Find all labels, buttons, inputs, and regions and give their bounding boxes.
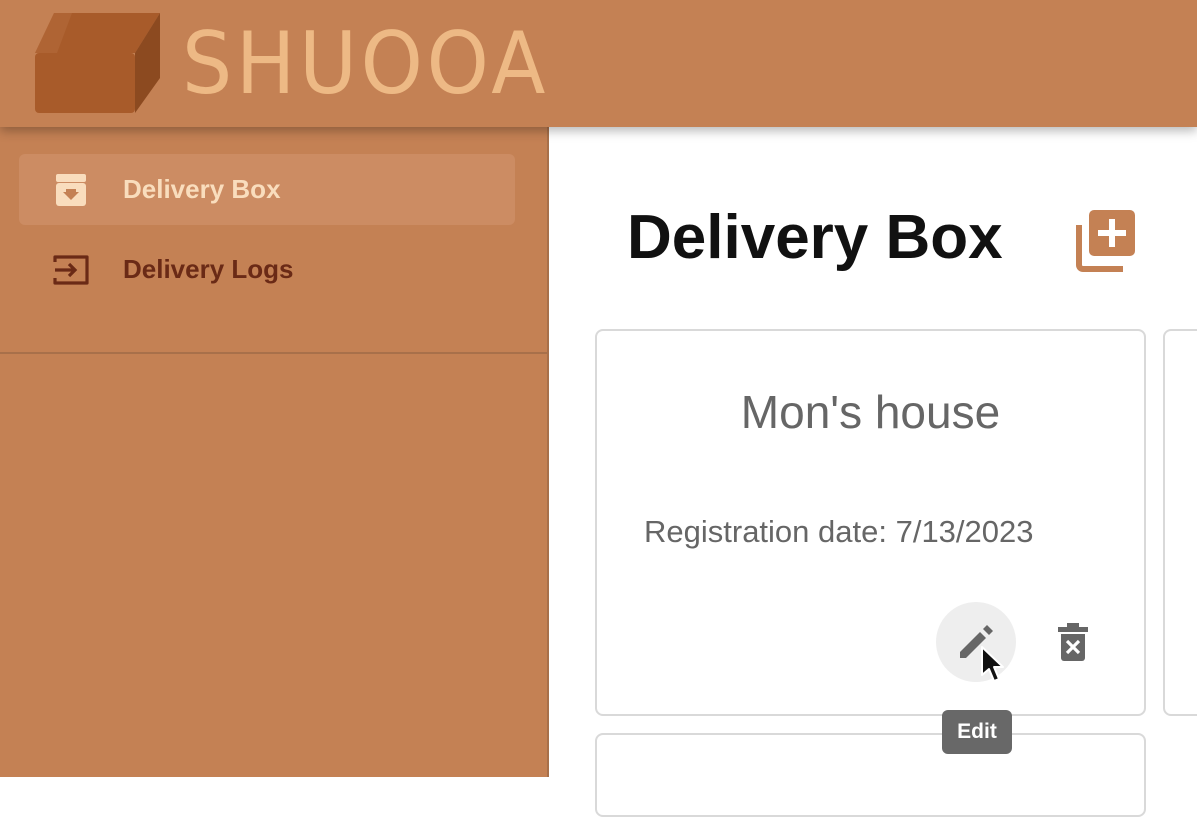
sidebar-item-delivery-box[interactable]: Delivery Box: [19, 154, 515, 225]
sidebar-divider: [0, 352, 547, 354]
delete-icon[interactable]: [1053, 622, 1093, 662]
card-title: Mon's house: [740, 386, 1001, 438]
archive-download-icon: [56, 174, 86, 206]
edit-tooltip: Edit: [942, 710, 1012, 754]
mouse-pointer-icon: [981, 646, 1004, 682]
brand-title: SHUOOA: [182, 14, 549, 114]
registration-date: Registration date: 7/13/2023: [644, 514, 1034, 549]
sidebar: Delivery Box Delivery Logs: [0, 127, 549, 777]
sidebar-item-label: Delivery Box: [123, 174, 281, 204]
delivery-box-card-partial: [1163, 329, 1197, 716]
delivery-box-card-partial: [595, 733, 1146, 817]
sidebar-item-delivery-logs[interactable]: Delivery Logs: [19, 234, 515, 305]
main-content: Delivery Box Mon's house Registration da…: [549, 127, 1197, 817]
sidebar-item-label: Delivery Logs: [123, 254, 294, 284]
delivery-box-card: Mon's house Registration date: 7/13/2023: [595, 329, 1146, 716]
library-add-icon[interactable]: [1073, 207, 1139, 273]
login-arrow-icon: [53, 255, 89, 285]
page-title: Delivery Box: [627, 203, 1003, 272]
box-logo-icon: [35, 13, 160, 113]
app-header: SHUOOA: [0, 0, 1197, 127]
